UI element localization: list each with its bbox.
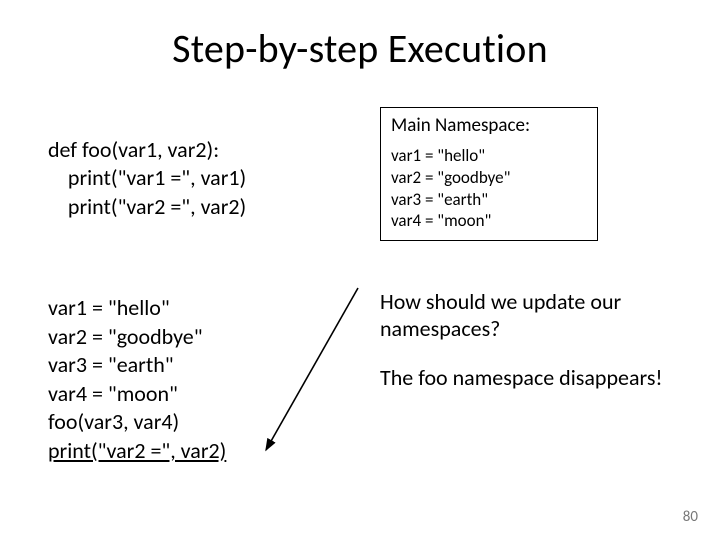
answer-text: The foo namespace disappears! (380, 365, 672, 392)
namespace-title: Main Namespace: (391, 114, 587, 137)
code-block-main: var1 = "hello" var2 = "goodbye" var3 = "… (48, 265, 358, 465)
text-line: How should we update our (380, 288, 621, 315)
code-block-foo-def: def foo(var1, var2): print("var1 =", var… (48, 107, 358, 221)
code-line: def foo(var1, var2): (48, 136, 219, 163)
code-line: print("var2 =", var2) (48, 193, 246, 220)
page-number: 80 (683, 508, 698, 526)
namespace-line: var1 = "hello" (391, 145, 587, 167)
code-line: print("var1 =", var1) (48, 164, 246, 191)
slide-title: Step-by-step Execution (48, 24, 672, 73)
code-line-current: print("var2 =", var2) (48, 437, 226, 464)
namespace-line: var4 = "moon" (391, 210, 587, 232)
code-line: foo(var3, var4) (48, 408, 179, 435)
namespace-line: var3 = "earth" (391, 189, 587, 211)
content-columns: def foo(var1, var2): print("var1 =", var… (48, 107, 672, 466)
namespace-line: var2 = "goodbye" (391, 167, 587, 189)
right-column: Main Namespace: var1 = "hello" var2 = "g… (374, 107, 672, 466)
namespace-box-main: Main Namespace: var1 = "hello" var2 = "g… (380, 107, 598, 241)
left-column: def foo(var1, var2): print("var1 =", var… (48, 107, 358, 466)
code-line: var2 = "goodbye" (48, 323, 203, 350)
question-text: How should we update our namespaces? (380, 289, 672, 343)
code-line: var4 = "moon" (48, 380, 178, 407)
text-line: namespaces? (380, 315, 500, 342)
code-line: var3 = "earth" (48, 351, 174, 378)
slide: Step-by-step Execution def foo(var1, var… (0, 0, 720, 540)
code-line: var1 = "hello" (48, 294, 170, 321)
